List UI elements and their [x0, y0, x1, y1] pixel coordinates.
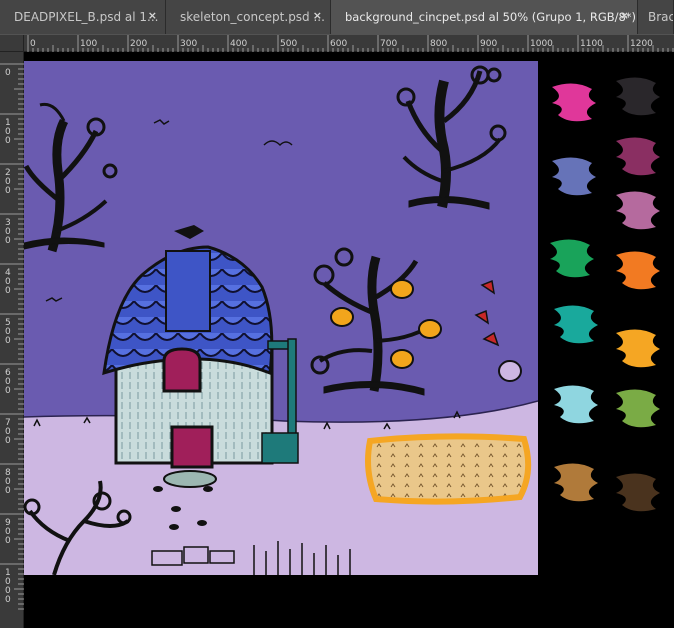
ruler-label: 200 [130, 39, 147, 49]
tab-close-icon[interactable]: × [620, 9, 629, 22]
ruler-label: 600 [330, 39, 347, 49]
ruler-label: 0 [5, 68, 11, 78]
ruler-label: 200 [5, 168, 11, 196]
hay-patch [365, 433, 532, 505]
ruler-label: 100 [80, 39, 97, 49]
artwork-canvas[interactable] [23, 61, 539, 576]
ruler-label: 800 [430, 39, 447, 49]
ruler-label: 800 [5, 468, 11, 496]
ruler-label: 500 [5, 318, 11, 346]
tab-close-icon[interactable]: × [148, 9, 157, 22]
color-swatch-panel [538, 61, 674, 575]
ruler-ticks: 0 100 200 300 400 500 600 700 800 900 1000 1100 1200 [27, 35, 674, 52]
horizontal-ruler[interactable]: 0 100 200 300 400 500 600 700 800 900 1000 1100 1200 [24, 35, 674, 52]
tab-close-icon[interactable]: × [313, 9, 322, 22]
tab-label: background_cincpet.psd al 50% (Grupo 1, … [345, 10, 637, 24]
tab-background-cincpet[interactable]: background_cincpet.psd al 50% (Grupo 1, … [331, 0, 638, 34]
ruler-label: 400 [230, 39, 247, 49]
tab-deadpixel[interactable]: DEADPIXEL_B.psd al 1... × [0, 0, 166, 34]
ruler-label: 500 [280, 39, 297, 49]
ruler-label: 700 [5, 418, 11, 446]
swatch-strokes [538, 61, 674, 575]
ruler-label: 1000 [530, 39, 553, 49]
ruler-label: 300 [180, 39, 197, 49]
ruler-label: 1200 [630, 39, 653, 49]
ruler-label: 0 [30, 39, 36, 49]
tab-brack[interactable]: Brack [638, 0, 674, 34]
tab-skeleton-concept[interactable]: skeleton_concept.psd ... × [166, 0, 331, 34]
ruler-label: 900 [5, 518, 11, 546]
ruler-label: 400 [5, 268, 11, 296]
ruler-corner[interactable] [0, 35, 24, 52]
ruler-ticks: 0 1 0 0 2 0 0 3 0 0 4 0 0 5 0 0 6 0 0 7 0 0 8 0 0 9 0 0 1 0 0 0 [0, 63, 24, 610]
ruler-label: 1100 [580, 39, 603, 49]
ruler-label: 100 [5, 118, 11, 146]
ruler-label: 300 [5, 218, 11, 246]
tab-label: Brack [648, 10, 673, 24]
document-tab-bar: DEADPIXEL_B.psd al 1... × skeleton_conce… [0, 0, 674, 34]
tab-label: skeleton_concept.psd ... [180, 10, 325, 24]
tab-label: DEADPIXEL_B.psd al 1... [14, 10, 159, 24]
vertical-ruler[interactable]: 0 100 200 300 400 500 600 700 800 900 1000 [0, 52, 24, 628]
ruler-label: 600 [5, 368, 11, 396]
ruler-label: 900 [480, 39, 497, 49]
ruler-label: 700 [380, 39, 397, 49]
ruler-label: 1000 [5, 568, 11, 605]
artwork-illustration [23, 61, 539, 576]
